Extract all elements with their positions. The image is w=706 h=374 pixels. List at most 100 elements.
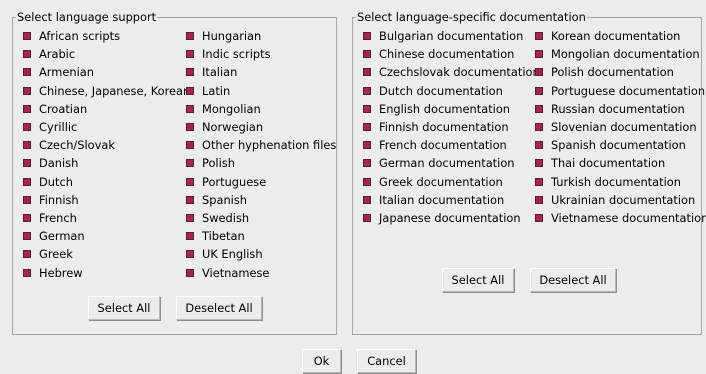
lang-checkbox-italian[interactable]: Italian [186,63,336,81]
doc-checkbox-greek-documentation[interactable]: Greek documentation [363,173,540,191]
checkbox-indicator-icon[interactable] [186,104,194,113]
checkbox-indicator-icon[interactable] [363,195,371,204]
checkbox-indicator-icon[interactable] [535,123,543,132]
lang-checkbox-hebrew[interactable]: Hebrew [23,263,190,281]
checkbox-indicator-icon[interactable] [363,86,371,95]
lang-checkbox-portuguese[interactable]: Portuguese [186,173,336,191]
lang-checkbox-african-scripts[interactable]: African scripts [23,27,190,45]
checkbox-indicator-icon[interactable] [535,159,543,168]
checkbox-indicator-icon[interactable] [363,177,371,186]
checkbox-indicator-icon[interactable] [23,50,31,59]
checkbox-indicator-icon[interactable] [535,86,543,95]
language-deselect-all-button[interactable]: Deselect All [176,296,262,320]
checkbox-indicator-icon[interactable] [535,141,543,150]
checkbox-indicator-icon[interactable] [363,104,371,113]
checkbox-indicator-icon[interactable] [186,250,194,259]
checkbox-indicator-icon[interactable] [535,213,543,222]
checkbox-indicator-icon[interactable] [23,159,31,168]
lang-checkbox-croatian[interactable]: Croatian [23,100,190,118]
lang-checkbox-dutch[interactable]: Dutch [23,173,190,191]
lang-checkbox-cyrillic[interactable]: Cyrillic [23,118,190,136]
lang-checkbox-czech-slovak[interactable]: Czech/Slovak [23,136,190,154]
checkbox-indicator-icon[interactable] [23,268,31,277]
lang-checkbox-norwegian[interactable]: Norwegian [186,118,336,136]
doc-checkbox-ukrainian-documentation[interactable]: Ukrainian documentation [535,191,706,209]
doc-checkbox-czechslovak-documentation[interactable]: Czechslovak documentation [363,63,540,81]
doc-checkbox-bulgarian-documentation[interactable]: Bulgarian documentation [363,27,540,45]
lang-checkbox-indic-scripts[interactable]: Indic scripts [186,45,336,63]
lang-checkbox-armenian[interactable]: Armenian [23,63,190,81]
checkbox-indicator-icon[interactable] [23,177,31,186]
checkbox-indicator-icon[interactable] [23,195,31,204]
checkbox-indicator-icon[interactable] [363,213,371,222]
checkbox-indicator-icon[interactable] [186,123,194,132]
lang-checkbox-danish[interactable]: Danish [23,154,190,172]
checkbox-indicator-icon[interactable] [535,32,543,41]
checkbox-indicator-icon[interactable] [535,50,543,59]
checkbox-indicator-icon[interactable] [23,250,31,259]
lang-checkbox-vietnamese[interactable]: Vietnamese [186,263,336,281]
checkbox-indicator-icon[interactable] [363,123,371,132]
lang-checkbox-latin[interactable]: Latin [186,82,336,100]
checkbox-indicator-icon[interactable] [186,177,194,186]
checkbox-indicator-icon[interactable] [23,232,31,241]
lang-checkbox-hungarian[interactable]: Hungarian [186,27,336,45]
checkbox-indicator-icon[interactable] [535,177,543,186]
doc-checkbox-spanish-documentation[interactable]: Spanish documentation [535,136,706,154]
checkbox-indicator-icon[interactable] [186,86,194,95]
documentation-deselect-all-button[interactable]: Deselect All [530,268,616,292]
lang-checkbox-uk-english[interactable]: UK English [186,245,336,263]
checkbox-indicator-icon[interactable] [23,104,31,113]
lang-checkbox-mongolian[interactable]: Mongolian [186,100,336,118]
checkbox-indicator-icon[interactable] [535,104,543,113]
checkbox-indicator-icon[interactable] [23,123,31,132]
doc-checkbox-italian-documentation[interactable]: Italian documentation [363,191,540,209]
doc-checkbox-thai-documentation[interactable]: Thai documentation [535,154,706,172]
lang-checkbox-arabic[interactable]: Arabic [23,45,190,63]
lang-checkbox-greek[interactable]: Greek [23,245,190,263]
doc-checkbox-japanese-documentation[interactable]: Japanese documentation [363,209,540,227]
doc-checkbox-german-documentation[interactable]: German documentation [363,154,540,172]
doc-checkbox-finnish-documentation[interactable]: Finnish documentation [363,118,540,136]
checkbox-indicator-icon[interactable] [186,195,194,204]
checkbox-indicator-icon[interactable] [535,68,543,77]
checkbox-indicator-icon[interactable] [363,68,371,77]
lang-checkbox-swedish[interactable]: Swedish [186,209,336,227]
doc-checkbox-english-documentation[interactable]: English documentation [363,100,540,118]
language-select-all-button[interactable]: Select All [88,296,160,320]
checkbox-indicator-icon[interactable] [186,68,194,77]
checkbox-indicator-icon[interactable] [186,159,194,168]
cancel-button[interactable]: Cancel [357,349,416,373]
checkbox-indicator-icon[interactable] [186,268,194,277]
checkbox-indicator-icon[interactable] [23,68,31,77]
lang-checkbox-spanish[interactable]: Spanish [186,191,336,209]
checkbox-indicator-icon[interactable] [186,232,194,241]
documentation-select-all-button[interactable]: Select All [442,268,514,292]
doc-checkbox-french-documentation[interactable]: French documentation [363,136,540,154]
doc-checkbox-turkish-documentation[interactable]: Turkish documentation [535,173,706,191]
lang-checkbox-french[interactable]: French [23,209,190,227]
lang-checkbox-tibetan[interactable]: Tibetan [186,227,336,245]
doc-checkbox-chinese-documentation[interactable]: Chinese documentation [363,45,540,63]
doc-checkbox-vietnamese-documentation[interactable]: Vietnamese documentation [535,209,706,227]
lang-checkbox-polish[interactable]: Polish [186,154,336,172]
checkbox-indicator-icon[interactable] [186,50,194,59]
lang-checkbox-german[interactable]: German [23,227,190,245]
checkbox-indicator-icon[interactable] [23,32,31,41]
doc-checkbox-slovenian-documentation[interactable]: Slovenian documentation [535,118,706,136]
lang-checkbox-chinese-japanese-korean[interactable]: Chinese, Japanese, Korean [23,82,190,100]
lang-checkbox-finnish[interactable]: Finnish [23,191,190,209]
checkbox-indicator-icon[interactable] [363,141,371,150]
checkbox-indicator-icon[interactable] [186,32,194,41]
checkbox-indicator-icon[interactable] [186,213,194,222]
doc-checkbox-russian-documentation[interactable]: Russian documentation [535,100,706,118]
doc-checkbox-korean-documentation[interactable]: Korean documentation [535,27,706,45]
lang-checkbox-other-hyphenation-files[interactable]: Other hyphenation files [186,136,336,154]
checkbox-indicator-icon[interactable] [363,50,371,59]
checkbox-indicator-icon[interactable] [23,213,31,222]
doc-checkbox-polish-documentation[interactable]: Polish documentation [535,63,706,81]
checkbox-indicator-icon[interactable] [535,195,543,204]
checkbox-indicator-icon[interactable] [23,141,31,150]
checkbox-indicator-icon[interactable] [186,141,194,150]
doc-checkbox-mongolian-documentation[interactable]: Mongolian documentation [535,45,706,63]
